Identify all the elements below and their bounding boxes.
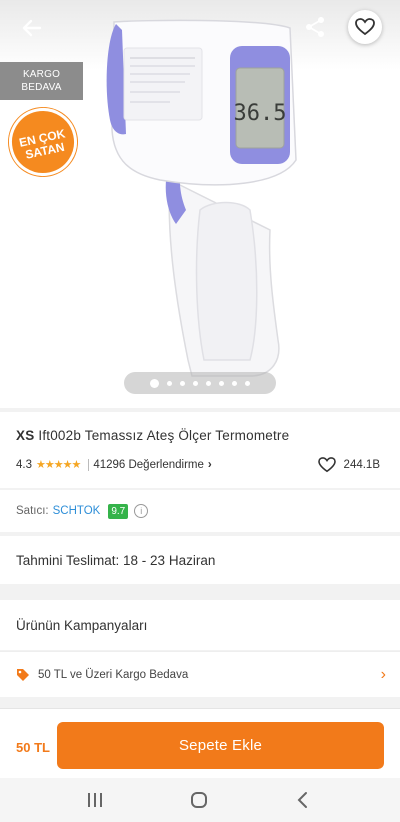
- seller-score-badge: 9.7: [108, 503, 129, 519]
- delivery-estimate: Tahmini Teslimat: 18 - 23 Haziran: [0, 536, 400, 584]
- carousel-dot[interactable]: [245, 380, 250, 386]
- product-image-gallery[interactable]: 36.5 KARGO BEDAVA EN ÇOK SATAN: [0, 0, 400, 408]
- carousel-dot[interactable]: [180, 380, 185, 386]
- purchase-bar: 50 TL Sepete Ekle: [0, 708, 400, 778]
- carousel-dot[interactable]: [150, 378, 159, 388]
- thermometer-product-image: 36.5: [106, 19, 297, 377]
- carousel-dot[interactable]: [206, 380, 211, 386]
- campaigns-title: Ürünün Kampanyaları: [16, 617, 148, 633]
- carousel-dot[interactable]: [232, 380, 237, 386]
- carousel-dot[interactable]: [219, 380, 224, 386]
- cargo-badge-line2: BEDAVA: [21, 82, 62, 93]
- reviews-link[interactable]: 41296 Değerlendirme: [93, 459, 204, 471]
- chevron-right-icon: ›: [380, 666, 386, 683]
- seller-row: Satıcı: SCHTOK 9.7 i: [0, 490, 400, 532]
- info-icon[interactable]: i: [134, 504, 149, 518]
- cargo-badge-line1: KARGO: [22, 69, 61, 80]
- rating-value: 4.3: [16, 458, 32, 471]
- delivery-text: Tahmini Teslimat: 18 - 23 Haziran: [16, 552, 216, 568]
- favorites-count-value: 244.1B: [343, 459, 380, 471]
- seller-label: Satıcı:: [16, 505, 49, 517]
- divider: [88, 458, 90, 471]
- campaign-item[interactable]: 50 TL ve Üzeri Kargo Bedava ›: [0, 651, 400, 697]
- heart-icon: [355, 18, 375, 36]
- free-shipping-badge: KARGO BEDAVA: [0, 62, 83, 100]
- seller-name-link[interactable]: SCHTOK: [53, 505, 101, 517]
- campaign-label: 50 TL ve Üzeri Kargo Bedava: [38, 668, 189, 681]
- back-arrow-icon[interactable]: [18, 14, 46, 42]
- share-icon[interactable]: [302, 14, 328, 40]
- favorites-count[interactable]: 244.1B: [317, 457, 380, 473]
- home-icon[interactable]: [189, 790, 209, 810]
- price: 50 TL: [16, 740, 50, 755]
- product-name: Ift002b Temassız Ateş Ölçer Termometre: [38, 428, 290, 443]
- carousel-dot[interactable]: [167, 380, 172, 386]
- campaigns-header: Ürünün Kampanyaları: [0, 600, 400, 650]
- product-brand: XS: [16, 428, 35, 443]
- heart-outline-icon: [317, 457, 336, 473]
- product-title: XS Ift002b Temassız Ateş Ölçer Termometr…: [16, 428, 386, 443]
- rating-row[interactable]: 4.3 ★★★★★ 41296 Değerlendirme ›: [16, 458, 212, 471]
- tag-icon: [17, 668, 29, 681]
- chevron-right-icon: ›: [207, 458, 212, 471]
- add-to-cart-button[interactable]: Sepete Ekle: [57, 722, 384, 769]
- product-detail-screen: 36.5 KARGO BEDAVA EN ÇOK SATAN XS Ift002…: [0, 0, 400, 822]
- carousel-dot[interactable]: [193, 380, 198, 386]
- device-display-reading: 36.5: [234, 101, 287, 126]
- product-info-card: XS Ift002b Temassız Ateş Ölçer Termometr…: [0, 412, 400, 488]
- star-rating-icon: ★★★★★: [36, 459, 81, 471]
- back-nav-icon[interactable]: [293, 790, 313, 810]
- best-seller-badge: EN ÇOK SATAN: [2, 101, 84, 183]
- recent-apps-icon[interactable]: [85, 790, 105, 810]
- favorite-button[interactable]: [348, 10, 382, 44]
- carousel-indicator[interactable]: [124, 372, 276, 394]
- system-navigation-bar: [0, 778, 400, 822]
